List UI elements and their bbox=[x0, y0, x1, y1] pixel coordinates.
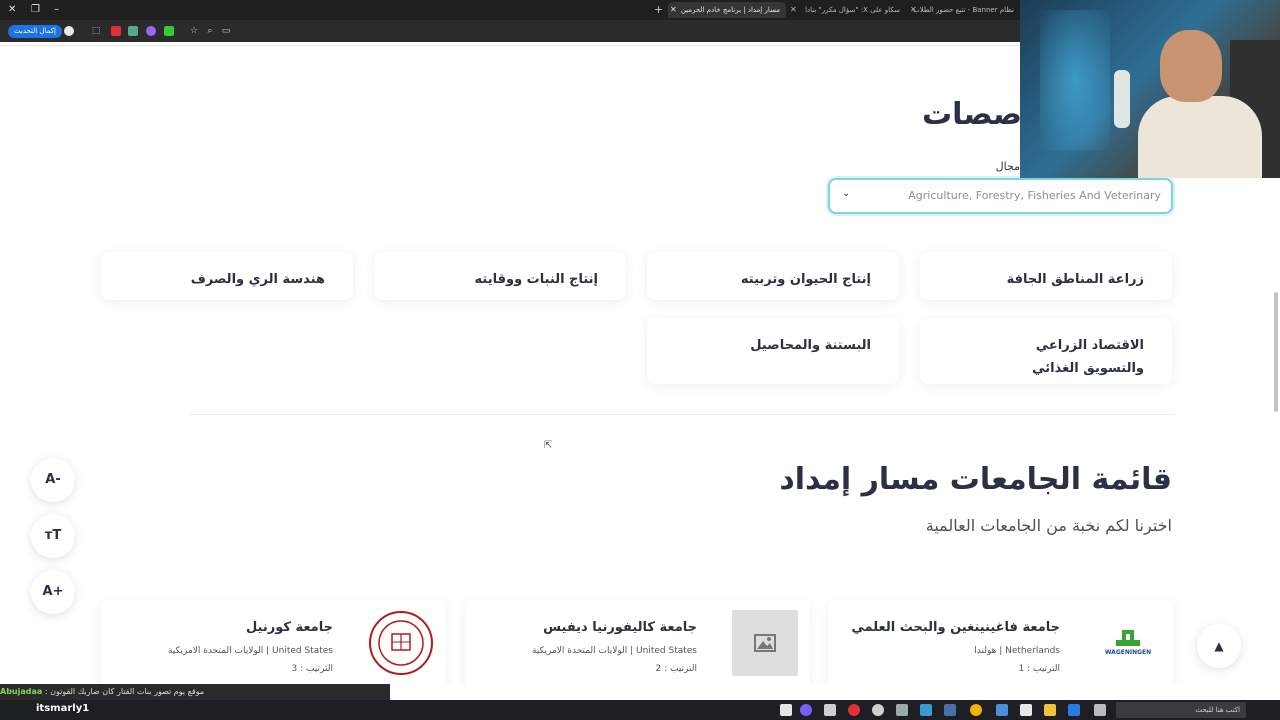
update-button[interactable]: إكمال التحديث bbox=[8, 25, 62, 38]
mouse-cursor-icon: ⇱ bbox=[544, 440, 553, 451]
taskbar-app-icon[interactable] bbox=[1020, 704, 1032, 716]
university-country: Netherlands | هولندا bbox=[974, 646, 1060, 656]
tab-title: مسار إمداد | برنامج خادم الحرمين bbox=[680, 6, 780, 14]
specialization-card[interactable]: البستنة والمحاصيل bbox=[647, 318, 899, 384]
chrome-icon[interactable] bbox=[970, 704, 982, 716]
chat-username: Abujadaa bbox=[0, 687, 43, 696]
tab-title: نظام Banner - تتبع حضور الطلاب bbox=[913, 6, 1014, 14]
taskbar-app-icon[interactable] bbox=[824, 704, 836, 716]
university-card[interactable]: جامعة كورنيل United States | الولايات ال… bbox=[101, 600, 446, 684]
university-rank: الترتيب : 2 bbox=[655, 664, 697, 674]
extension-red-icon[interactable] bbox=[111, 26, 121, 36]
font-increase-button[interactable]: A+ bbox=[31, 570, 75, 614]
specialization-label: البستنة والمحاصيل bbox=[750, 338, 871, 353]
specialization-label: زراعة المناطق الجافة bbox=[1006, 272, 1144, 287]
specialization-card[interactable]: إنتاج النبات ووقايته bbox=[374, 252, 626, 300]
taskbar-app-icon[interactable] bbox=[780, 704, 792, 716]
close-tab-icon[interactable]: ✕ bbox=[910, 2, 917, 18]
zoom-icon[interactable]: ⌕ bbox=[205, 26, 215, 36]
bookmark-star-icon[interactable]: ☆ bbox=[189, 26, 199, 36]
wageningen-logo: WAGENINGEN bbox=[1095, 610, 1161, 676]
university-card[interactable]: جامعة كاليفورنيا ديفيس United States | ا… bbox=[465, 600, 810, 684]
university-rank: الترتيب : 3 bbox=[291, 664, 333, 674]
settings-icon[interactable] bbox=[896, 704, 908, 716]
taskbar-app-icon[interactable] bbox=[920, 704, 932, 716]
tab-title: سكاو على X: "سؤال مكرر" بنادا bbox=[805, 6, 900, 14]
specialization-label: هندسة الري والصرف bbox=[190, 272, 325, 287]
close-tab-icon[interactable]: ✕ bbox=[790, 2, 797, 18]
extension-green-icon[interactable] bbox=[128, 26, 138, 36]
university-card[interactable]: جامعة فاغينينغين والبحث العلمي Netherlan… bbox=[828, 600, 1173, 684]
specializations-title: صصات bbox=[922, 97, 1022, 132]
field-select-value: Agriculture, Forestry, Fisheries And Vet… bbox=[908, 189, 1161, 202]
font-decrease-button[interactable]: A- bbox=[31, 458, 75, 502]
new-tab-button[interactable]: + bbox=[654, 3, 663, 17]
webcam-person-body bbox=[1138, 96, 1262, 178]
taskbar-app-icon[interactable] bbox=[944, 704, 956, 716]
webcam-overlay bbox=[1020, 0, 1280, 178]
logo-text: WAGENINGEN bbox=[1105, 649, 1151, 656]
university-country: United States | الولايات المتحدة الامريك… bbox=[531, 646, 697, 656]
page-scrollbar[interactable] bbox=[1274, 292, 1278, 412]
screen: ✕ ❐ – + ✕ مسار إمداد | برنامج خادم الحرم… bbox=[0, 0, 1280, 720]
taskbar-app-icon[interactable] bbox=[872, 704, 884, 716]
restore-window-icon[interactable]: ❐ bbox=[31, 3, 40, 17]
university-name: جامعة كاليفورنيا ديفيس bbox=[543, 620, 697, 635]
taskbar-app-icon[interactable] bbox=[848, 704, 860, 716]
university-name: جامعة كورنيل bbox=[245, 620, 333, 635]
close-tab-icon[interactable]: ✕ bbox=[670, 2, 677, 18]
extension-purple-icon[interactable] bbox=[146, 26, 156, 36]
font-reset-button[interactable]: тT bbox=[31, 514, 75, 558]
webcam-light bbox=[1040, 10, 1110, 150]
file-explorer-icon[interactable] bbox=[1044, 704, 1056, 716]
chat-message: : موقع يوم تصور بنات القتار كان ضاربك ال… bbox=[44, 687, 205, 696]
image-placeholder-icon bbox=[732, 610, 798, 676]
field-label: مجال bbox=[995, 160, 1020, 173]
cornell-seal-icon bbox=[368, 610, 434, 676]
specialization-label: إنتاج الحيوان وتربيته bbox=[740, 272, 871, 287]
extension-lime-icon[interactable] bbox=[164, 26, 174, 36]
section-divider bbox=[190, 414, 1174, 415]
cast-icon[interactable]: ▭ bbox=[221, 26, 231, 36]
minimize-window-icon[interactable]: – bbox=[54, 3, 59, 17]
universities-subtitle: اخترنا لكم نخبة من الجامعات العالمية bbox=[925, 516, 1172, 535]
field-select[interactable]: Agriculture, Forestry, Fisheries And Vet… bbox=[828, 178, 1173, 214]
specialization-card[interactable]: الاقتصاد الزراعي والتسويق الغذائي bbox=[920, 318, 1172, 384]
os-taskbar: itsmarly1 اكتب هنا للبحث bbox=[0, 700, 1280, 720]
chevron-up-icon: ▲ bbox=[1214, 639, 1224, 653]
tab-masar-imdad[interactable]: ✕ مسار إمداد | برنامج خادم الحرمين bbox=[668, 2, 786, 18]
specialization-card[interactable]: إنتاج الحيوان وتربيته bbox=[647, 252, 899, 300]
university-country: United States | الولايات المتحدة الامريك… bbox=[167, 646, 333, 656]
taskbar-search-input[interactable]: اكتب هنا للبحث bbox=[1116, 702, 1246, 718]
extensions-icon[interactable]: ⬚ bbox=[91, 26, 101, 36]
taskbar-app-icon[interactable] bbox=[800, 704, 812, 716]
task-view-icon[interactable] bbox=[1094, 704, 1106, 716]
tab-banner[interactable]: ✕ نظام Banner - تتبع حضور الطلاب bbox=[908, 2, 1020, 18]
close-window-icon[interactable]: ✕ bbox=[8, 3, 16, 17]
webcam-person-head bbox=[1160, 30, 1222, 102]
university-name: جامعة فاغينينغين والبحث العلمي bbox=[851, 620, 1060, 635]
specialization-card[interactable]: زراعة المناطق الجافة bbox=[920, 252, 1172, 300]
taskbar-app-icon[interactable] bbox=[1068, 704, 1080, 716]
scroll-to-top-button[interactable]: ▲ bbox=[1197, 624, 1241, 668]
profile-icon[interactable] bbox=[64, 26, 74, 36]
chevron-down-icon: ⌄ bbox=[842, 188, 851, 199]
specialization-label: الاقتصاد الزراعي والتسويق الغذائي bbox=[1032, 338, 1144, 376]
tab-x-post[interactable]: ✕ سكاو على X: "سؤال مكرر" بنادا bbox=[788, 2, 906, 18]
specialization-card[interactable]: هندسة الري والصرف bbox=[101, 252, 353, 300]
universities-title: قائمة الجامعات مسار إمداد bbox=[779, 462, 1172, 497]
university-rank: الترتيب : 1 bbox=[1018, 664, 1060, 674]
specialization-label: إنتاج النبات ووقايته bbox=[474, 272, 598, 287]
stream-chat-line: Abujadaa : موقع يوم تصور بنات القتار كان… bbox=[0, 684, 390, 700]
webcam-microphone bbox=[1114, 70, 1130, 128]
taskbar-app-icon[interactable] bbox=[996, 704, 1008, 716]
streamer-name: itsmarly1 bbox=[36, 703, 90, 714]
